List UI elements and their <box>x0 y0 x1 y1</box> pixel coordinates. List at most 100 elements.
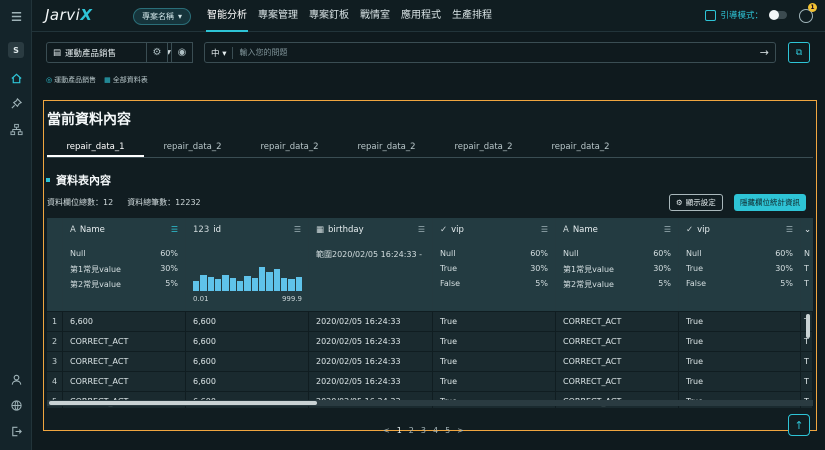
page-title: 當前資料內容 <box>47 112 131 128</box>
column-header-vip-2[interactable]: ✓ vip ☰ <box>679 218 801 241</box>
nav-production-schedule[interactable]: 生產排程 <box>451 0 493 32</box>
filter-icon[interactable]: ☰ <box>664 225 671 234</box>
stat-label: T <box>804 279 809 288</box>
breadcrumb-all-tables-label: 全部資料表 <box>112 76 148 84</box>
settings-icon[interactable]: ⚙ <box>146 42 168 63</box>
cell-id: 6,600 <box>186 352 309 372</box>
page-5[interactable]: 5 <box>445 426 450 435</box>
nav-smart-analysis[interactable]: 智能分析 <box>206 0 248 32</box>
cell-name: 6,600 <box>63 312 186 332</box>
cell-vip: True <box>433 372 556 392</box>
nav-war-room[interactable]: 戰情室 <box>359 0 391 32</box>
profile-birthday: 範圍2020/02/05 16:24:33 - 2020/02/05 16:24… <box>309 241 433 311</box>
filter-icon[interactable]: ☰ <box>541 225 548 234</box>
prev-page-button[interactable]: < <box>383 426 390 435</box>
left-rail: S <box>0 0 32 450</box>
cell-name-2: CORRECT_ACT <box>556 312 679 332</box>
home-icon[interactable] <box>6 68 26 88</box>
workspace-avatar[interactable]: S <box>8 42 24 58</box>
language-select[interactable]: 中 ▾ <box>211 46 234 59</box>
histogram-min: 0.01 <box>193 295 209 303</box>
page-2[interactable]: 2 <box>409 426 414 435</box>
boolean-type-icon: ✓ <box>440 224 448 235</box>
breadcrumb-dataset-label: 運動產品銷售 <box>54 76 97 84</box>
tab-repair-data-2[interactable]: repair_data_2 <box>435 138 532 157</box>
nav-applications[interactable]: 應用程式 <box>400 0 442 32</box>
column-header-partial[interactable]: ⌄ <box>801 218 813 241</box>
page-3[interactable]: 3 <box>421 426 426 435</box>
stat-label: 第2常見value <box>70 280 121 289</box>
filter-icon[interactable]: ☰ <box>786 225 793 234</box>
scroll-to-top-button[interactable]: ↑ <box>788 414 810 436</box>
tab-repair-data-2[interactable]: repair_data_2 <box>532 138 629 157</box>
external-link-icon[interactable]: ⧉ <box>788 42 810 63</box>
dataset-value: 運動產品銷售 <box>65 48 117 59</box>
histogram-bar <box>214 279 222 291</box>
stat-label: Null <box>686 249 702 258</box>
table-row[interactable]: 1 6,600 6,600 2020/02/05 16:24:33 True CORREC… <box>47 311 813 332</box>
page-1[interactable]: 1 <box>397 426 402 435</box>
tab-repair-data-2[interactable]: repair_data_2 <box>144 138 241 157</box>
vertical-scroll-thumb[interactable] <box>806 314 810 338</box>
hide-stats-button[interactable]: 隱藏欄位統計資訊 <box>734 194 806 211</box>
page-4[interactable]: 4 <box>433 426 438 435</box>
cell-id: 6,600 <box>186 372 309 392</box>
tab-repair-data-2[interactable]: repair_data_2 <box>338 138 435 157</box>
nav-project-pinboard[interactable]: 專案釘板 <box>308 0 350 32</box>
globe-icon[interactable] <box>6 395 26 415</box>
table-stats: 資料欄位總數：12 資料總筆數：12232 <box>47 197 201 208</box>
nav-project-management[interactable]: 專案管理 <box>257 0 299 32</box>
logout-icon[interactable] <box>6 421 26 441</box>
cell-name-2: CORRECT_ACT <box>556 332 679 352</box>
tab-repair-data-2[interactable]: repair_data_2 <box>241 138 338 157</box>
display-settings-button[interactable]: ⚙ 顯示設定 <box>669 194 723 211</box>
cell-vip-2: True <box>679 312 801 332</box>
column-header-vip-2-label: vip <box>697 224 710 235</box>
user-icon[interactable] <box>6 369 26 389</box>
cell-vip-2: True <box>679 372 801 392</box>
menu-icon[interactable] <box>6 6 26 26</box>
horizontal-scrollbar[interactable] <box>47 400 813 406</box>
tab-repair-data-1[interactable]: repair_data_1 <box>47 138 144 157</box>
horizontal-scroll-thumb[interactable] <box>49 401 317 405</box>
histogram-bar <box>288 279 295 291</box>
column-header-name-label: Name <box>79 224 105 235</box>
column-header-name-2[interactable]: A Name ☰ <box>556 218 679 241</box>
profile-partial: N T T <box>801 241 813 311</box>
boolean-type-icon: ✓ <box>686 224 694 235</box>
column-header-birthday[interactable]: ▦ birthday ☰ <box>309 218 433 241</box>
filter-icon[interactable]: ☰ <box>294 225 301 234</box>
logo-accent: X <box>80 6 93 24</box>
histogram-bar <box>236 280 244 291</box>
table-row[interactable]: 3 CORRECT_ACT 6,600 2020/02/05 16:24:33 True… <box>47 351 813 372</box>
column-header-id[interactable]: 123 id ☰ <box>186 218 309 241</box>
column-header-name-2-label: Name <box>572 224 598 235</box>
table-tabs: repair_data_1 repair_data_2 repair_data_… <box>47 138 813 158</box>
breadcrumb-all-tables[interactable]: ▦ 全部資料表 <box>104 75 148 85</box>
project-selector[interactable]: 專案名稱 ▾ <box>133 8 192 25</box>
column-header-vip[interactable]: ✓ vip ☰ <box>433 218 556 241</box>
send-arrow-icon[interactable]: → <box>760 46 769 59</box>
filter-icon[interactable]: ☰ <box>418 225 425 234</box>
vertical-scrollbar[interactable] <box>806 311 812 401</box>
stat-value: 60% <box>530 249 548 258</box>
pin-icon[interactable] <box>6 93 26 113</box>
table-row[interactable]: 2 CORRECT_ACT 6,600 2020/02/05 16:24:33 True… <box>47 331 813 352</box>
table-row[interactable]: 4 CORRECT_ACT 6,600 2020/02/05 16:24:33 True… <box>47 371 813 392</box>
question-input[interactable] <box>239 48 754 57</box>
cell-name: CORRECT_ACT <box>63 352 186 372</box>
stat-label: N <box>804 249 810 258</box>
stat-label: True <box>440 264 457 273</box>
jarvix-logo[interactable]: JarviX <box>45 6 92 24</box>
id-histogram <box>193 265 302 291</box>
question-bar: 中 ▾ → <box>204 42 776 63</box>
column-header-name[interactable]: A Name ☰ <box>63 218 186 241</box>
next-page-button[interactable]: > <box>457 426 464 435</box>
breadcrumb-dataset[interactable]: ◎ 運動產品銷售 <box>46 75 96 85</box>
sort-icon[interactable]: ☰ <box>171 225 178 234</box>
hierarchy-icon[interactable] <box>6 119 26 139</box>
display-settings-label: 顯示設定 <box>685 198 716 207</box>
guide-toggle[interactable] <box>769 10 787 20</box>
eye-icon[interactable]: ◉ <box>171 42 193 63</box>
cell-name: CORRECT_ACT <box>63 332 186 352</box>
